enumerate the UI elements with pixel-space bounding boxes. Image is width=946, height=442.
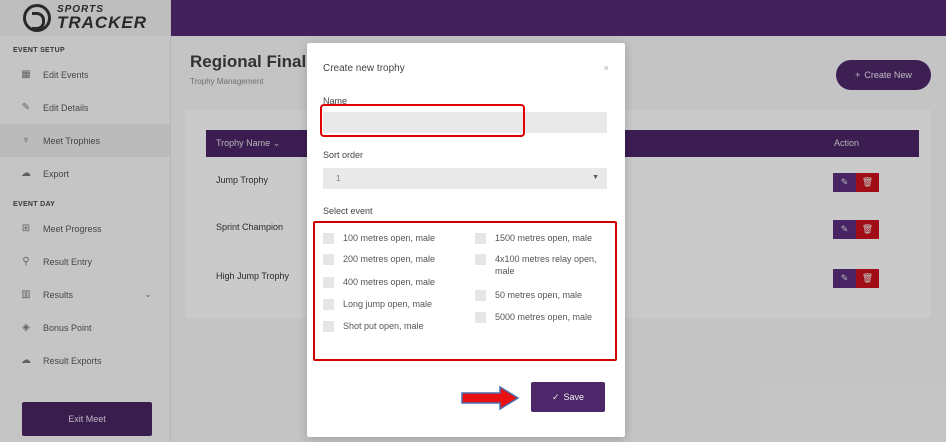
modal-title: Create new trophy xyxy=(323,63,405,74)
close-icon[interactable]: × xyxy=(604,63,609,73)
sort-order-select[interactable]: 1 ▼ xyxy=(323,168,607,189)
sort-order-label: Sort order xyxy=(323,150,364,160)
annotation-arrow-icon xyxy=(461,385,520,411)
chevron-down-icon: ▼ xyxy=(592,174,599,181)
sort-order-value: 1 xyxy=(336,174,341,183)
annotation-highlight-events xyxy=(313,221,617,361)
select-event-label: Select event xyxy=(323,206,373,216)
check-icon: ✓ xyxy=(551,391,560,402)
save-label: Save xyxy=(563,392,585,402)
annotation-highlight-name xyxy=(320,104,525,137)
save-button[interactable]: ✓ Save xyxy=(531,382,605,412)
